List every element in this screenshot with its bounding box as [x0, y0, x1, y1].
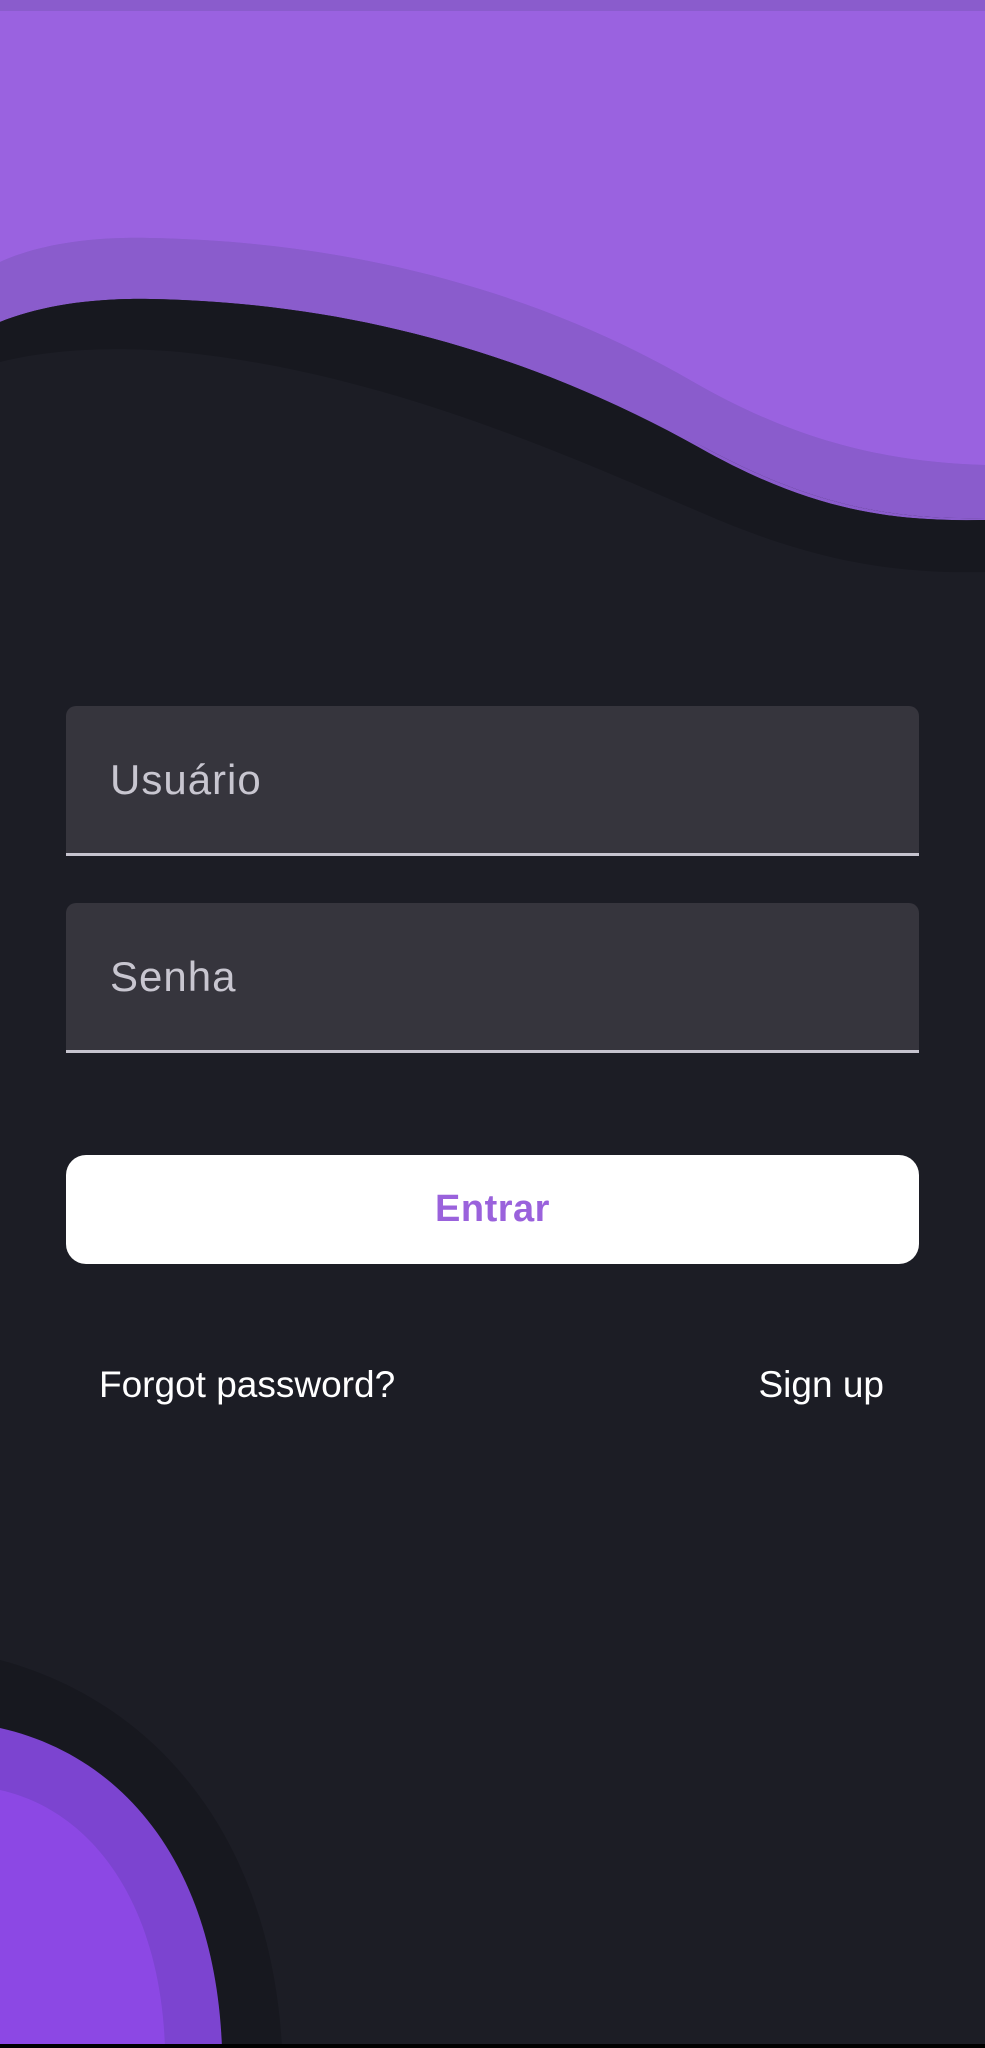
bottom-blob-decoration: [0, 1660, 282, 2048]
login-button-label: Entrar: [435, 1188, 550, 1230]
navigation-bar-edge: [0, 2044, 985, 2048]
password-input[interactable]: [110, 903, 889, 1050]
login-screen: Entrar Forgot password? Sign up: [0, 0, 985, 2048]
top-wave-decoration: [0, 0, 985, 580]
username-field[interactable]: [66, 706, 919, 856]
status-bar: [0, 0, 985, 11]
forgot-password-link[interactable]: Forgot password?: [99, 1360, 395, 1410]
password-field[interactable]: [66, 903, 919, 1053]
sign-up-link[interactable]: Sign up: [759, 1360, 885, 1410]
login-button[interactable]: Entrar: [66, 1155, 919, 1264]
username-input[interactable]: [110, 706, 889, 853]
